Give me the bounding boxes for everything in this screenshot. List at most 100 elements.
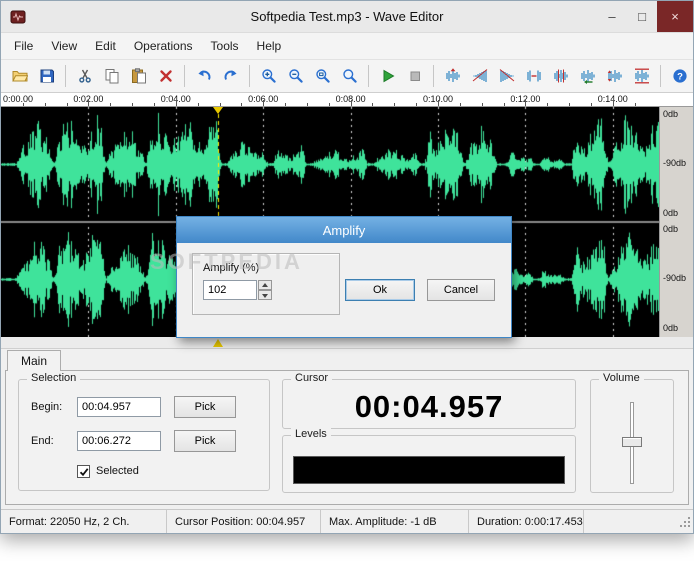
- delete-icon[interactable]: [153, 64, 178, 89]
- ruler-tick: [23, 103, 24, 106]
- menu-item-file[interactable]: File: [5, 35, 42, 57]
- cut-icon[interactable]: [72, 64, 97, 89]
- zoom-all-icon[interactable]: [337, 64, 362, 89]
- close-button[interactable]: ×: [657, 1, 693, 32]
- ruler-tick: [482, 103, 483, 106]
- db-label: 0db: [663, 224, 679, 234]
- amplify-spinner: [203, 280, 272, 300]
- cancel-button[interactable]: Cancel: [427, 279, 495, 301]
- ruler-tick: [154, 103, 155, 106]
- ruler-tick: [460, 103, 461, 106]
- wave-normalize-icon[interactable]: [629, 64, 654, 89]
- ruler-tick: [591, 103, 592, 106]
- paste-icon[interactable]: [126, 64, 151, 89]
- window-controls: – □ ×: [597, 1, 693, 32]
- timeline-ruler[interactable]: 0:00.00 0:02.00 0:04.00 0:06.00 0:08.00 0:10.…: [1, 93, 693, 107]
- ruler-tick: [88, 100, 89, 106]
- begin-input[interactable]: [77, 397, 161, 417]
- wave-reverse-icon[interactable]: [575, 64, 600, 89]
- redo-icon[interactable]: [218, 64, 243, 89]
- undo-icon[interactable]: [191, 64, 216, 89]
- menu-item-operations[interactable]: Operations: [125, 35, 202, 57]
- timeline-tick-label: 0:00.00: [3, 94, 34, 104]
- amplify-dialog: Amplify Amplify (%) Ok Cancel: [176, 216, 512, 338]
- db-label: -90db: [663, 273, 687, 283]
- ruler-tick: [307, 103, 308, 106]
- zoom-selection-icon[interactable]: [310, 64, 335, 89]
- level-meter: [293, 456, 565, 484]
- play-icon[interactable]: [375, 64, 400, 89]
- ok-button[interactable]: Ok: [345, 279, 415, 301]
- levels-group-label: Levels: [291, 428, 331, 440]
- ruler-tick: [525, 100, 526, 106]
- dialog-title-bar[interactable]: Amplify: [177, 217, 511, 243]
- ruler-tick: [263, 100, 264, 106]
- pick-begin-button[interactable]: Pick: [174, 396, 236, 418]
- cursor-group: Cursor 00:04.957: [282, 372, 576, 429]
- spin-down-button[interactable]: [258, 290, 272, 300]
- ruler-tick: [220, 103, 221, 106]
- amplify-input[interactable]: [203, 280, 257, 300]
- ruler-tick: [176, 100, 177, 106]
- menu-item-edit[interactable]: Edit: [86, 35, 125, 57]
- minimize-button[interactable]: –: [597, 1, 627, 32]
- pick-end-button[interactable]: Pick: [174, 430, 236, 452]
- end-input[interactable]: [77, 431, 161, 451]
- resize-grip[interactable]: [679, 516, 692, 532]
- menu-item-help[interactable]: Help: [248, 35, 291, 57]
- save-icon[interactable]: [34, 64, 59, 89]
- cursor-marker-bottom[interactable]: [213, 339, 223, 347]
- toolbar-separator: [433, 65, 434, 87]
- ruler-tick: [329, 103, 330, 106]
- db-label: 0db: [663, 323, 679, 333]
- db-label: -90db: [663, 158, 687, 168]
- toolbar: ?: [1, 59, 693, 93]
- copy-icon[interactable]: [99, 64, 124, 89]
- stop-icon[interactable]: [402, 64, 427, 89]
- zoom-out-icon[interactable]: [283, 64, 308, 89]
- toolbar-separator: [660, 65, 661, 87]
- menu-item-view[interactable]: View: [42, 35, 86, 57]
- tab-main[interactable]: Main: [7, 350, 62, 371]
- title-bar[interactable]: Softpedia Test.mp3 - Wave Editor – □ ×: [1, 1, 693, 33]
- status-cursor-position: Cursor Position: 00:04.957: [167, 510, 321, 533]
- toolbar-separator: [184, 65, 185, 87]
- status-duration: Duration: 0:00:17.453: [469, 510, 584, 533]
- end-label: End:: [31, 435, 54, 447]
- cursor-marker-top[interactable]: [213, 107, 223, 114]
- menu-item-tools[interactable]: Tools: [202, 35, 248, 57]
- wave-insert-silence-icon[interactable]: [521, 64, 546, 89]
- ruler-tick: [394, 103, 395, 106]
- status-format: Format: 22050 Hz, 2 Ch.: [1, 510, 167, 533]
- ruler-tick: [241, 103, 242, 106]
- ruler-tick: [67, 103, 68, 106]
- open-icon[interactable]: [7, 64, 32, 89]
- ruler-tick: [372, 103, 373, 106]
- ruler-tick: [351, 100, 352, 106]
- wave-fade-out-icon[interactable]: [494, 64, 519, 89]
- volume-slider-thumb[interactable]: [622, 437, 642, 447]
- wave-invert-icon[interactable]: [602, 64, 627, 89]
- wave-amplify-icon[interactable]: [440, 64, 465, 89]
- selected-checkbox-label: Selected: [96, 465, 139, 477]
- volume-slider[interactable]: [620, 400, 644, 486]
- ruler-tick: [416, 103, 417, 106]
- check-icon: [79, 467, 88, 476]
- window-title: Softpedia Test.mp3 - Wave Editor: [250, 9, 444, 24]
- ruler-tick: [635, 103, 636, 106]
- spin-up-button[interactable]: [258, 280, 272, 290]
- wave-delete-silence-icon[interactable]: [548, 64, 573, 89]
- db-label: 0db: [663, 109, 679, 119]
- selected-checkbox[interactable]: [77, 465, 90, 478]
- maximize-button[interactable]: □: [627, 1, 657, 32]
- db-scale: 0db -90db 0db 0db -90db 0db: [659, 107, 693, 337]
- wave-fade-in-icon[interactable]: [467, 64, 492, 89]
- ruler-tick: [504, 103, 505, 106]
- status-max-amplitude: Max. Amplitude: -1 dB: [321, 510, 469, 533]
- zoom-in-icon[interactable]: [256, 64, 281, 89]
- help-icon[interactable]: ?: [667, 64, 692, 89]
- tab-page-main: Selection Begin: Pick End: Pick Selected…: [5, 370, 689, 505]
- ruler-tick: [547, 103, 548, 106]
- ruler-tick: [285, 103, 286, 106]
- cursor-group-label: Cursor: [291, 372, 333, 384]
